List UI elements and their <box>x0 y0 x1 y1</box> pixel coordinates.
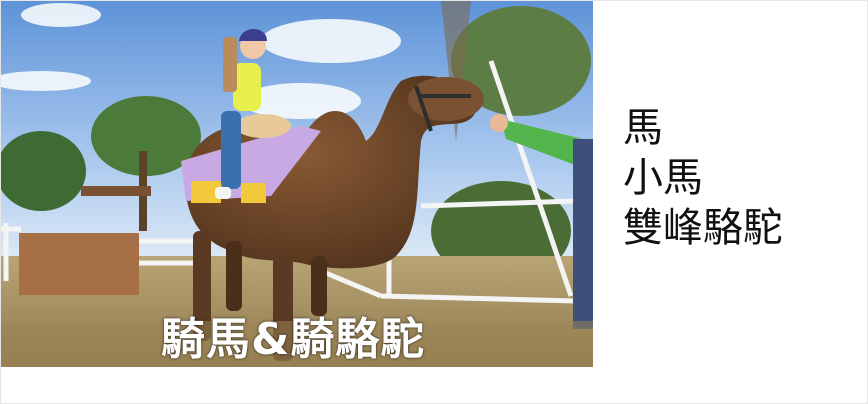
animal-item-horse: 馬 <box>623 105 663 151</box>
photo-overlay-title: 騎馬&騎駱駝 <box>161 314 426 365</box>
animal-item-pony: 小馬 <box>623 155 703 201</box>
camel-riding-photo: 騎馬&騎駱駝 <box>1 1 593 367</box>
wooden-shed <box>19 233 139 295</box>
activity-card: 騎馬&騎駱駝 馬 小馬 雙峰駱駝 <box>0 0 868 404</box>
animal-item-bactrian-camel: 雙峰駱駝 <box>623 205 783 251</box>
animal-list: 馬 小馬 雙峰駱駝 <box>623 103 853 253</box>
